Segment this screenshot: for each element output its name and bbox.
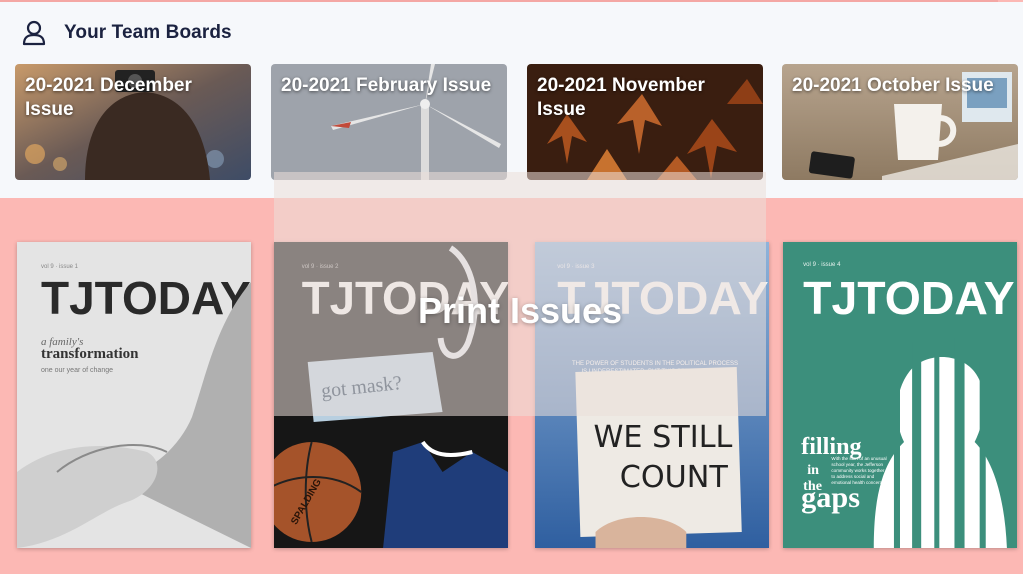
cover-filling-the-gaps[interactable]: vol 9 · issue 4 TJTODAY filling in the g… bbox=[783, 242, 1017, 548]
svg-text:vol 9 · issue 2: vol 9 · issue 2 bbox=[302, 264, 339, 270]
print-issues-covers: vol 9 · issue 1 TJTODAY a family's trans… bbox=[0, 242, 1023, 550]
cover-4-headline-2: in bbox=[807, 462, 819, 478]
cover-we-still-count[interactable]: vol 9 · issue 3 TJTODAY THE POWER OF STU… bbox=[535, 242, 769, 548]
team-boards-header: Your Team Boards bbox=[22, 20, 232, 46]
board-card-november[interactable]: 20-2021 November Issue bbox=[527, 64, 763, 180]
board-card-february[interactable]: 20-2021 February Issue bbox=[271, 64, 507, 180]
cover-image-1: vol 9 · issue 1 TJTODAY a family's trans… bbox=[17, 242, 251, 548]
cover-4-blurb: With the start of an unusual school year… bbox=[831, 456, 887, 485]
cover-image-3: vol 9 · issue 3 TJTODAY THE POWER OF STU… bbox=[535, 242, 769, 548]
cover-image-4: vol 9 · issue 4 TJTODAY filling in the g… bbox=[783, 242, 1017, 548]
board-card-october[interactable]: 20-2021 October Issue bbox=[782, 64, 1018, 180]
cover-got-mask[interactable]: vol 9 · issue 2 TJTODAY got mask? SPALDI… bbox=[274, 242, 508, 548]
board-label-november: 20-2021 November Issue bbox=[537, 75, 705, 120]
svg-text:vol 9 · issue 3: vol 9 · issue 3 bbox=[557, 264, 595, 270]
cover-family-transformation[interactable]: vol 9 · issue 1 TJTODAY a family's trans… bbox=[17, 242, 251, 548]
cover-3-sign-line2: COUNT bbox=[620, 460, 729, 495]
cover-1-headline: transformation bbox=[41, 346, 139, 362]
cover-image-2: vol 9 · issue 2 TJTODAY got mask? SPALDI… bbox=[274, 242, 508, 548]
cover-1-sub: one our year of change bbox=[41, 367, 113, 374]
print-issues-title: Print Issues bbox=[417, 290, 623, 331]
svg-text:vol 9 · issue 1: vol 9 · issue 1 bbox=[41, 264, 79, 270]
user-icon bbox=[22, 20, 46, 46]
svg-text:vol 9 · issue 4: vol 9 · issue 4 bbox=[803, 262, 841, 268]
board-card-december[interactable]: 20-2021 December Issue bbox=[15, 64, 251, 180]
team-boards-panel: Your Team Boards 20-2021 December Issue bbox=[0, 2, 1023, 198]
cover-3-sign-line1: WE STILL bbox=[594, 420, 733, 455]
board-label-february: 20-2021 February Issue bbox=[281, 75, 492, 96]
board-label-december: 20-2021 December Issue bbox=[25, 75, 192, 120]
team-boards-title: Your Team Boards bbox=[64, 22, 232, 43]
board-label-october: 20-2021 October Issue bbox=[792, 75, 994, 96]
